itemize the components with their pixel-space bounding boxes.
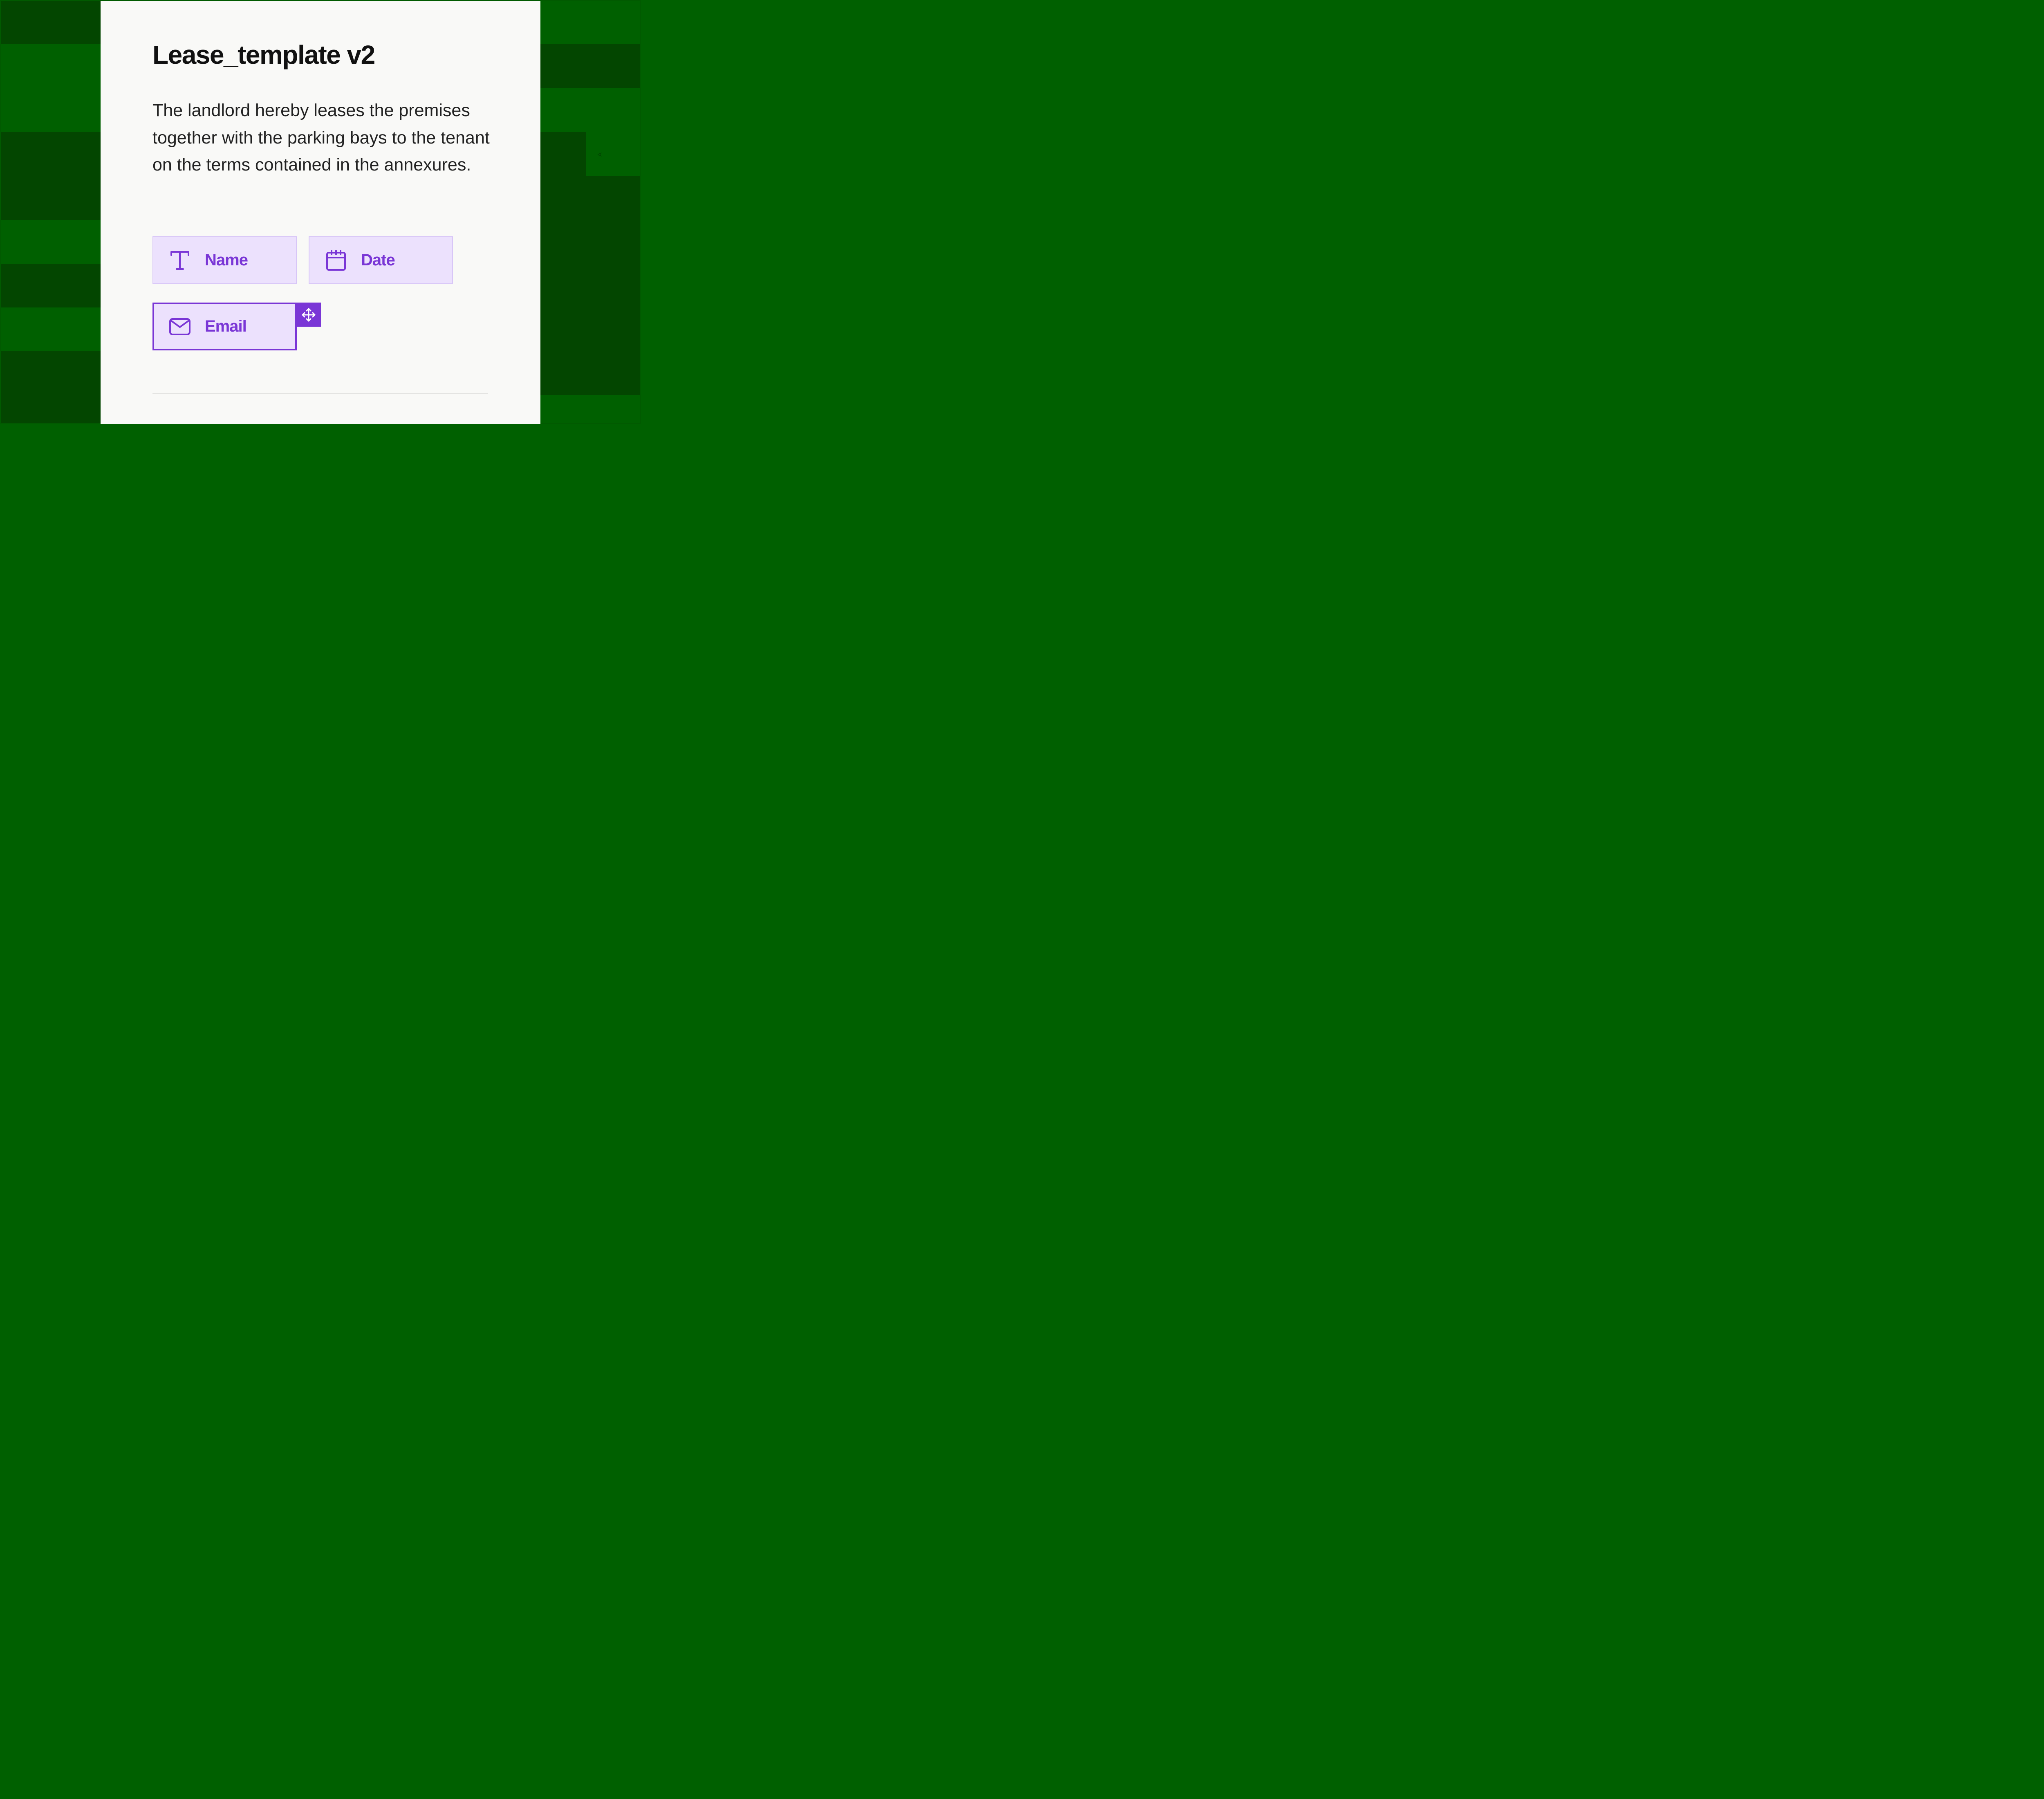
- document-card: Lease_template v2 The landlord hereby le…: [101, 1, 540, 424]
- document-body: The landlord hereby leases the premises …: [152, 101, 490, 175]
- name-field[interactable]: Name: [152, 236, 297, 284]
- background-stripe: [540, 176, 641, 395]
- background-stripe: [0, 0, 101, 44]
- background-stripe: [0, 351, 101, 424]
- calendar-icon: [326, 249, 346, 271]
- background-stripe: [540, 44, 641, 88]
- background-stripe: [0, 264, 101, 307]
- divider: [152, 393, 488, 394]
- email-field-label: Email: [205, 317, 247, 335]
- side-letter: A: [596, 153, 603, 157]
- text-icon: [170, 251, 189, 270]
- move-handle[interactable]: [296, 303, 321, 327]
- date-field[interactable]: Date: [309, 236, 453, 284]
- email-field[interactable]: Email: [152, 303, 297, 350]
- mail-icon: [169, 318, 191, 335]
- background-stripe: [0, 132, 101, 220]
- move-icon: [302, 308, 315, 321]
- background-stripe: [540, 132, 586, 176]
- name-field-label: Name: [205, 251, 248, 269]
- date-field-label: Date: [361, 251, 395, 269]
- document-title: Lease_template v2: [152, 40, 375, 70]
